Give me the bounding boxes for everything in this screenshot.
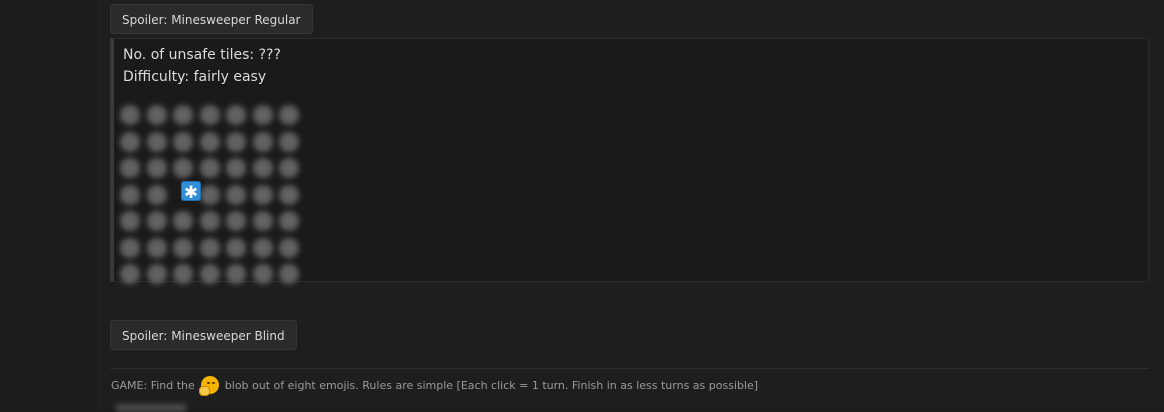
- hidden-tile[interactable]: [199, 264, 220, 284]
- hidden-tile[interactable]: [120, 131, 140, 152]
- hidden-tile[interactable]: [120, 158, 140, 178]
- hidden-tiles-grid: [120, 105, 301, 286]
- hidden-tile[interactable]: [146, 237, 167, 258]
- next-spoiler-preview: [116, 404, 186, 412]
- minesweeper-grid: ✱: [120, 105, 320, 284]
- difficulty-text: Difficulty: fairly easy: [123, 69, 267, 85]
- hidden-tile[interactable]: [120, 184, 140, 205]
- hidden-tile[interactable]: [226, 184, 246, 205]
- hidden-tile[interactable]: [146, 131, 167, 152]
- blob-eye-left: [206, 382, 210, 384]
- hidden-tile[interactable]: [226, 131, 246, 152]
- spoiler-regular-content: No. of unsafe tiles: ??? Difficulty: fai…: [110, 38, 1149, 284]
- hidden-tile[interactable]: [146, 158, 167, 178]
- hidden-tile[interactable]: [252, 184, 273, 205]
- hidden-tile[interactable]: [199, 158, 220, 178]
- hidden-tile[interactable]: [279, 184, 299, 205]
- hidden-tile[interactable]: [120, 105, 140, 125]
- left-rail: [0, 0, 100, 409]
- hidden-tile[interactable]: [252, 131, 273, 152]
- hidden-tile[interactable]: [146, 211, 167, 231]
- hidden-tile[interactable]: [226, 264, 246, 284]
- game-suffix-text: blob out of eight emojis. Rules are simp…: [224, 378, 759, 392]
- blob-hand: [198, 386, 210, 396]
- blob-emoji-icon: [198, 376, 221, 396]
- hidden-tile[interactable]: [173, 237, 193, 258]
- spoiler-minesweeper-regular-button[interactable]: Spoiler: Minesweeper Regular: [110, 4, 313, 34]
- hidden-tile[interactable]: [252, 264, 273, 284]
- hidden-tile[interactable]: [146, 184, 167, 205]
- hidden-tile[interactable]: [279, 105, 299, 125]
- hidden-tile[interactable]: [252, 237, 273, 258]
- game-description: GAME: Find the blob out of eight emojis.…: [111, 376, 759, 396]
- hidden-tile[interactable]: [279, 237, 299, 258]
- hidden-tile[interactable]: [226, 211, 246, 231]
- hidden-tile[interactable]: [279, 264, 299, 284]
- hidden-tile[interactable]: [226, 105, 246, 125]
- hidden-tile[interactable]: [146, 264, 167, 284]
- hidden-tile[interactable]: [279, 158, 299, 178]
- divider: [110, 368, 1149, 369]
- message-content: Spoiler: Minesweeper Regular No. of unsa…: [100, 0, 1164, 409]
- hidden-tile[interactable]: [173, 264, 193, 284]
- hidden-tile[interactable]: [120, 237, 140, 258]
- hidden-tile[interactable]: [226, 237, 246, 258]
- hidden-tile[interactable]: [252, 211, 273, 231]
- hidden-tile[interactable]: [252, 158, 273, 178]
- spoiler-minesweeper-blind-button[interactable]: Spoiler: Minesweeper Blind: [110, 320, 297, 350]
- hidden-tile[interactable]: [173, 105, 193, 125]
- hidden-tile[interactable]: [199, 211, 220, 231]
- unsafe-tiles-text: No. of unsafe tiles: ???: [123, 47, 281, 63]
- hidden-tile[interactable]: [199, 237, 220, 258]
- revealed-tile-icon: ✱: [181, 181, 201, 203]
- hidden-tile[interactable]: [146, 105, 167, 125]
- hidden-tile[interactable]: [173, 211, 193, 231]
- hidden-tile[interactable]: [279, 131, 299, 152]
- hidden-tile[interactable]: [252, 105, 273, 125]
- hidden-tile[interactable]: [226, 158, 246, 178]
- game-prefix-text: GAME: Find the: [111, 378, 195, 392]
- hidden-tile[interactable]: [199, 131, 220, 152]
- hidden-tile[interactable]: [120, 264, 140, 284]
- hidden-tile[interactable]: [199, 184, 220, 205]
- hidden-tile[interactable]: [173, 131, 193, 152]
- hidden-tile[interactable]: [199, 105, 220, 125]
- hidden-tile[interactable]: [279, 211, 299, 231]
- blob-eye-right: [211, 382, 215, 384]
- hidden-tile[interactable]: [120, 211, 140, 231]
- hidden-tile[interactable]: [173, 158, 193, 178]
